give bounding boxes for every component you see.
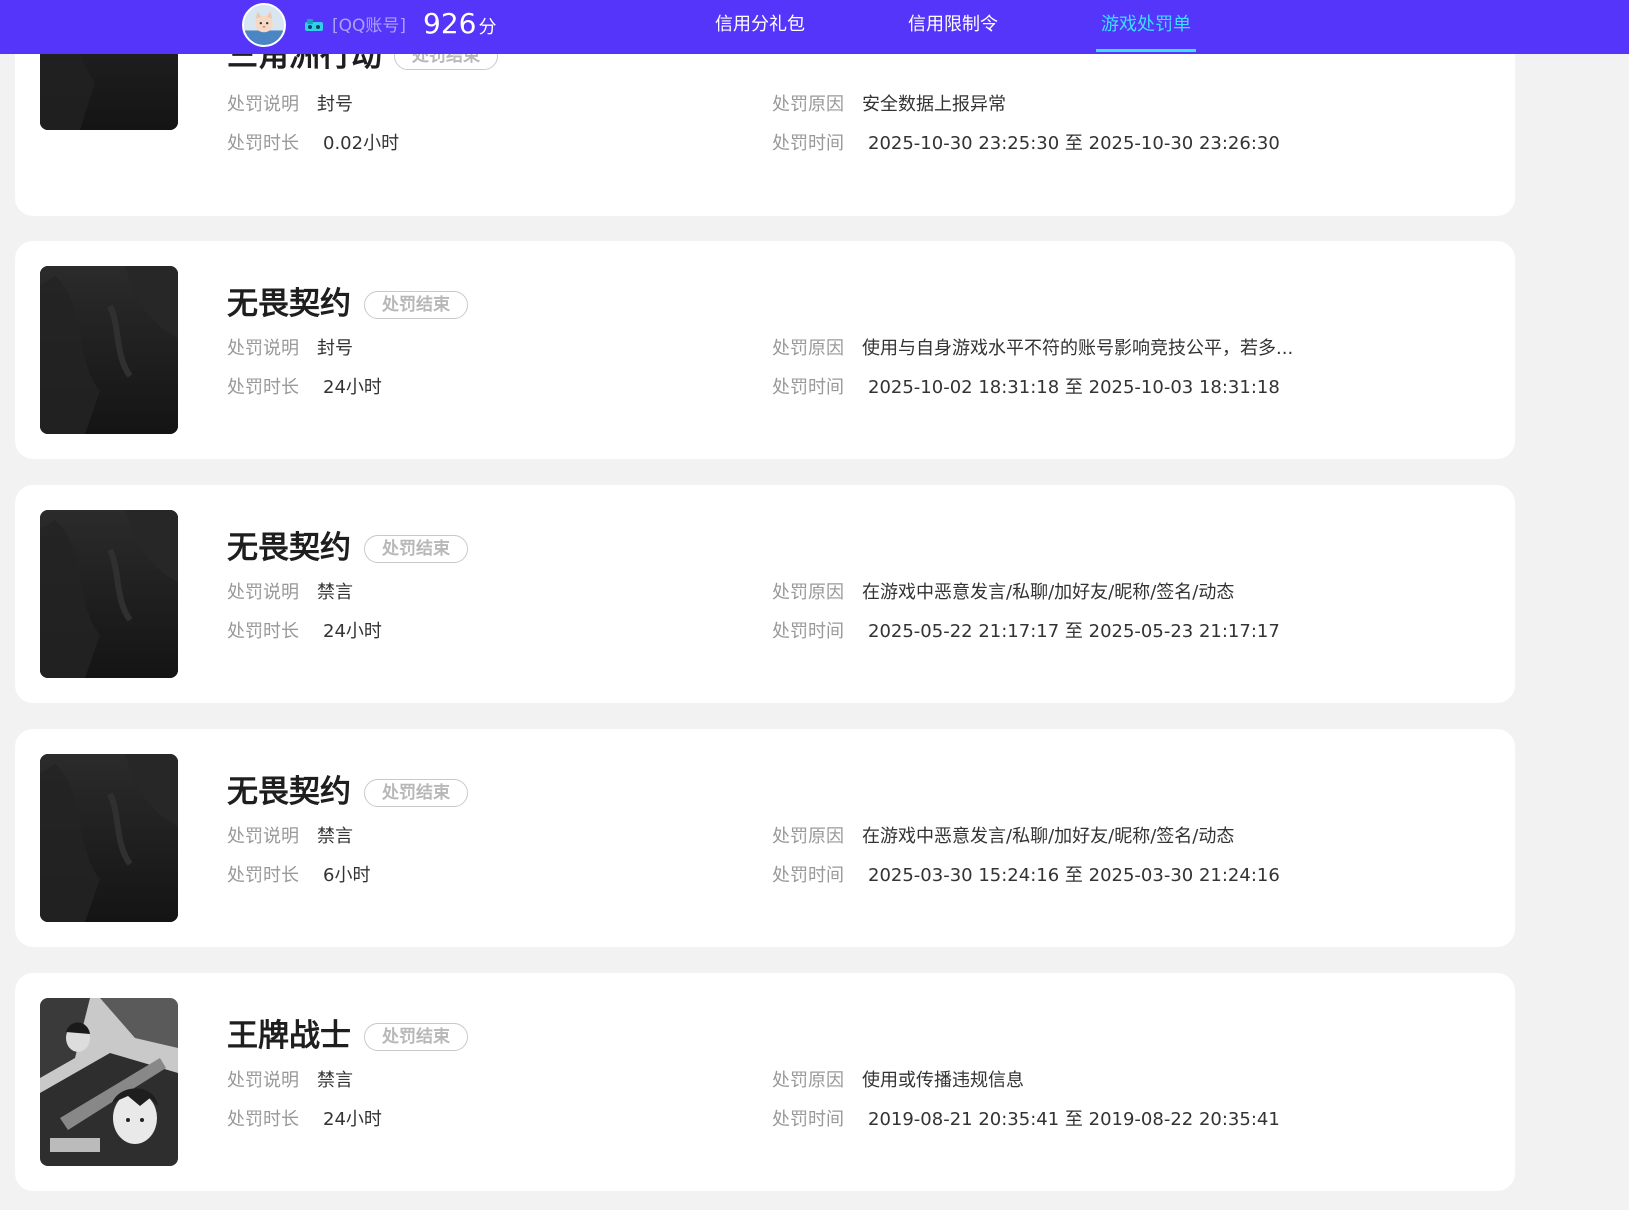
account-type-label: [QQ账号] <box>332 16 407 36</box>
penalty-reason-value: 使用或传播违规信息 <box>862 1070 1024 1091</box>
penalty-time-value: 2025-10-02 18:31:18 至 2025-10-03 18:31:1… <box>868 377 1280 398</box>
penalty-reason-label: 处罚原因 <box>772 1070 844 1091</box>
credit-score-value: 926 <box>423 7 477 40</box>
penalty-record-card: 无畏契约 处罚结束 处罚说明 禁言 处罚时长 6小时 处罚原因 在游戏中恶意发言… <box>15 729 1515 947</box>
penalty-time-value: 2025-10-30 23:25:30 至 2025-10-30 23:26:3… <box>868 133 1280 154</box>
game-title: 王牌战士 <box>227 1018 351 1054</box>
penalty-time-label: 处罚时间 <box>772 621 844 642</box>
penalty-reason-value: 安全数据上报异常 <box>862 94 1006 115</box>
penalty-description-value: 禁言 <box>317 826 353 847</box>
penalty-record-card: 无畏契约 处罚结束 处罚说明 禁言 处罚时长 24小时 处罚原因 在游戏中恶意发… <box>15 485 1515 703</box>
tab-game-penalty[interactable]: 游戏处罚单 <box>1096 0 1196 54</box>
penalty-duration-label: 处罚时长 <box>227 377 299 398</box>
credit-score-unit: 分 <box>478 17 497 38</box>
penalty-duration-value: 24小时 <box>323 377 382 398</box>
penalty-description-value: 封号 <box>317 94 353 115</box>
game-cover-image <box>40 998 178 1166</box>
top-nav-bar: [QQ账号] 926 分 信用分礼包 信用限制令 游戏处罚单 <box>0 0 1629 54</box>
status-badge: 处罚结束 <box>364 1023 468 1051</box>
game-cover-image <box>40 510 178 678</box>
penalty-time-value: 2019-08-21 20:35:41 至 2019-08-22 20:35:4… <box>868 1109 1280 1130</box>
penalty-description-label: 处罚说明 <box>227 826 299 847</box>
penalty-reason-label: 处罚原因 <box>772 94 844 115</box>
penalty-record-card: 王牌战士 处罚结束 处罚说明 禁言 处罚时长 24小时 处罚原因 使用或传播违规… <box>15 973 1515 1191</box>
penalty-duration-value: 24小时 <box>323 621 382 642</box>
game-cover-image <box>40 754 178 922</box>
penalty-time-value: 2025-03-30 15:24:16 至 2025-03-30 21:24:1… <box>868 865 1280 886</box>
penalty-time-value: 2025-05-22 21:17:17 至 2025-05-23 21:17:1… <box>868 621 1280 642</box>
penalty-record-card: 无畏契约 处罚结束 处罚说明 封号 处罚时长 24小时 处罚原因 使用与自身游戏… <box>15 241 1515 459</box>
penalty-description-label: 处罚说明 <box>227 94 299 115</box>
tab-credit-restriction[interactable]: 信用限制令 <box>903 0 1003 54</box>
tab-label: 游戏处罚单 <box>1101 14 1191 35</box>
penalty-description-label: 处罚说明 <box>227 582 299 603</box>
penalty-duration-label: 处罚时长 <box>227 1109 299 1130</box>
penalty-description-value: 禁言 <box>317 1070 353 1091</box>
game-cover-image <box>40 266 178 434</box>
penalty-reason-value: 使用与自身游戏水平不符的账号影响竞技公平，若多... <box>862 338 1294 359</box>
game-title: 无畏契约 <box>227 774 351 810</box>
penalty-reason-value: 在游戏中恶意发言/私聊/加好友/昵称/签名/动态 <box>862 826 1235 847</box>
penalty-duration-value: 6小时 <box>323 865 371 886</box>
game-title: 无畏契约 <box>227 286 351 322</box>
status-badge: 处罚结束 <box>364 291 468 319</box>
penalty-duration-value: 24小时 <box>323 1109 382 1130</box>
avatar[interactable] <box>242 3 286 47</box>
penalty-time-label: 处罚时间 <box>772 133 844 154</box>
qq-account-icon <box>304 17 324 33</box>
penalty-duration-value: 0.02小时 <box>323 133 400 154</box>
active-tab-underline <box>1096 49 1196 52</box>
tab-label: 信用限制令 <box>908 14 998 35</box>
status-badge: 处罚结束 <box>364 779 468 807</box>
penalty-description-value: 封号 <box>317 338 353 359</box>
penalty-reason-label: 处罚原因 <box>772 338 844 359</box>
penalty-description-label: 处罚说明 <box>227 1070 299 1091</box>
penalty-description-value: 禁言 <box>317 582 353 603</box>
penalty-reason-label: 处罚原因 <box>772 826 844 847</box>
penalty-duration-label: 处罚时长 <box>227 133 299 154</box>
penalty-reason-label: 处罚原因 <box>772 582 844 603</box>
status-badge: 处罚结束 <box>364 535 468 563</box>
penalty-reason-value: 在游戏中恶意发言/私聊/加好友/昵称/签名/动态 <box>862 582 1235 603</box>
game-title: 无畏契约 <box>227 530 351 566</box>
tab-credit-gift-pack[interactable]: 信用分礼包 <box>710 0 810 54</box>
penalty-time-label: 处罚时间 <box>772 377 844 398</box>
penalty-time-label: 处罚时间 <box>772 1109 844 1130</box>
penalty-duration-label: 处罚时长 <box>227 865 299 886</box>
credit-score: 926 分 <box>423 6 496 42</box>
penalty-time-label: 处罚时间 <box>772 865 844 886</box>
tab-label: 信用分礼包 <box>715 14 805 35</box>
penalty-duration-label: 处罚时长 <box>227 621 299 642</box>
penalty-description-label: 处罚说明 <box>227 338 299 359</box>
